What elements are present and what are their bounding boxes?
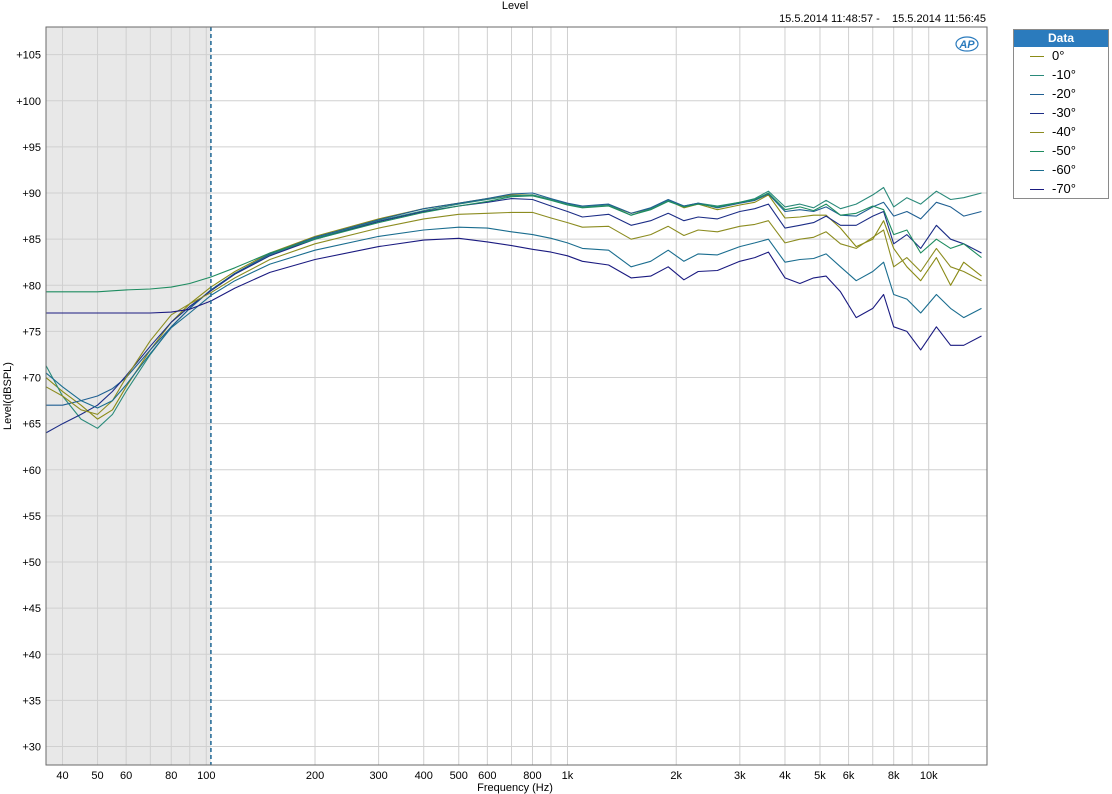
x-tick-label: 500: [450, 770, 468, 782]
legend-label: 0°: [1052, 48, 1065, 63]
x-tick-label: 600: [478, 770, 496, 782]
x-tick-label: 60: [120, 770, 132, 782]
y-tick-label: +85: [22, 234, 41, 246]
x-tick-label: 1k: [562, 770, 574, 782]
x-tick-label: 40: [56, 770, 68, 782]
x-tick-label: 300: [369, 770, 387, 782]
legend-item[interactable]: -30°: [1014, 104, 1108, 123]
legend-item[interactable]: -70°: [1014, 180, 1108, 199]
legend-item[interactable]: -50°: [1014, 142, 1108, 161]
legend-swatch: [1030, 170, 1044, 171]
x-axis-label: Frequency (Hz): [477, 782, 553, 794]
x-tick-label: 4k: [779, 770, 791, 782]
ap-logo-text: AP: [958, 39, 975, 51]
y-tick-label: +70: [22, 373, 41, 385]
legend-swatch: [1030, 151, 1044, 152]
x-tick-label: 50: [91, 770, 103, 782]
x-tick-label: 400: [415, 770, 433, 782]
legend-label: -30°: [1052, 105, 1076, 120]
y-tick-label: +40: [22, 649, 41, 661]
y-tick-label: +75: [22, 326, 41, 338]
y-tick-label: +65: [22, 419, 41, 431]
legend-item[interactable]: -60°: [1014, 161, 1108, 180]
y-tick-label: +30: [22, 742, 41, 754]
legend-title: Data: [1014, 30, 1108, 47]
legend-item[interactable]: -20°: [1014, 85, 1108, 104]
y-axis-label: Level(dBSPL): [2, 362, 14, 430]
legend-label: -50°: [1052, 143, 1076, 158]
x-tick-label: 8k: [888, 770, 900, 782]
y-tick-label: +60: [22, 465, 41, 477]
y-tick-label: +80: [22, 280, 41, 292]
legend-swatch: [1030, 56, 1044, 57]
x-tick-label: 5k: [814, 770, 826, 782]
y-tick-label: +50: [22, 557, 41, 569]
level-chart: Level 15.5.2014 11:48:57 - 15.5.2014 11:…: [2, 0, 988, 794]
legend: Data 0° -10° -20° -30° -40° -50° -60° -7…: [1013, 29, 1109, 199]
y-tick-label: +35: [22, 695, 41, 707]
legend-swatch: [1030, 75, 1044, 76]
legend-label: -10°: [1052, 67, 1076, 82]
legend-label: -40°: [1052, 124, 1076, 139]
x-tick-label: 3k: [734, 770, 746, 782]
measurement-timestamp: 15.5.2014 11:48:57 - 15.5.2014 11:56:45: [779, 13, 986, 25]
legend-swatch: [1030, 113, 1044, 114]
legend-label: -70°: [1052, 181, 1076, 196]
legend-items: 0° -10° -20° -30° -40° -50° -60° -70°: [1014, 47, 1108, 199]
y-tick-label: +55: [22, 511, 41, 523]
y-tick-label: +90: [22, 188, 41, 200]
legend-item[interactable]: -40°: [1014, 123, 1108, 142]
legend-item[interactable]: -10°: [1014, 66, 1108, 85]
x-tick-label: 6k: [843, 770, 855, 782]
legend-swatch: [1030, 94, 1044, 95]
x-tick-label: 10k: [920, 770, 938, 782]
legend-item[interactable]: 0°: [1014, 47, 1108, 66]
x-tick-label: 200: [306, 770, 324, 782]
legend-swatch: [1030, 189, 1044, 190]
x-tick-label: 100: [197, 770, 215, 782]
y-tick-label: +95: [22, 142, 41, 154]
x-tick-label: 2k: [670, 770, 682, 782]
x-tick-label: 800: [523, 770, 541, 782]
legend-label: -20°: [1052, 86, 1076, 101]
y-tick-label: +100: [16, 96, 41, 108]
legend-swatch: [1030, 132, 1044, 133]
chart-title: Level: [502, 0, 528, 12]
y-tick-label: +105: [16, 50, 41, 62]
x-tick-label: 80: [165, 770, 177, 782]
legend-label: -60°: [1052, 162, 1076, 177]
y-tick-label: +45: [22, 603, 41, 615]
